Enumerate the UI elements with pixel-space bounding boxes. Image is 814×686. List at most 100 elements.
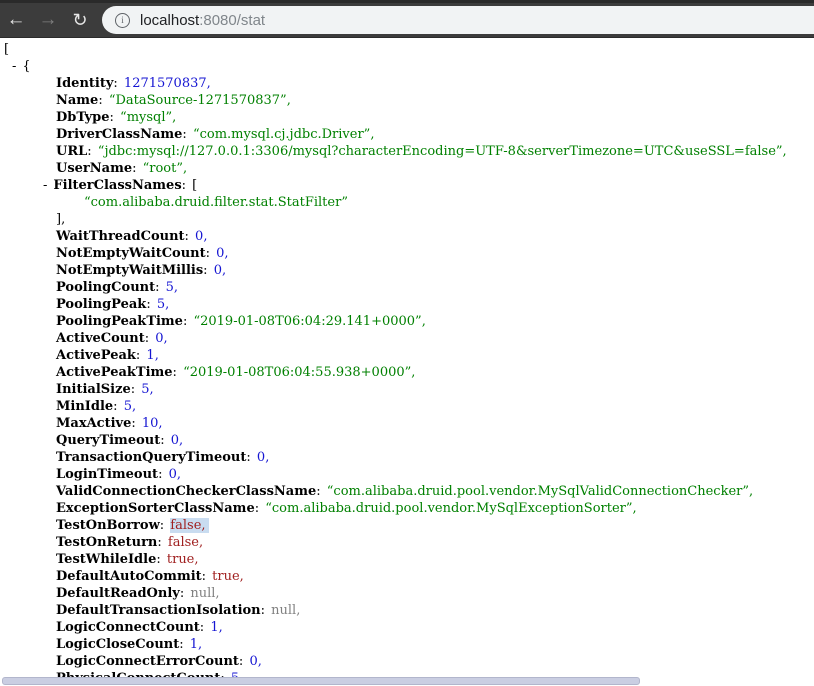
json-line: QueryTimeout: 0, — [0, 432, 814, 449]
json-value: 0, — [171, 433, 183, 448]
json-line: MaxActive: 10, — [0, 415, 814, 432]
json-value: “root”, — [143, 161, 188, 176]
json-value: 1, — [190, 637, 202, 652]
json-value: null, — [190, 586, 219, 601]
address-bar[interactable]: i localhost:8080/stat — [102, 6, 814, 34]
json-colon: : — [246, 450, 255, 465]
json-colon: : — [156, 552, 165, 567]
json-line: DefaultAutoCommit: true, — [0, 568, 814, 585]
json-value: false, — [168, 535, 203, 550]
json-line: PoolingPeak: 5, — [0, 296, 814, 313]
scrollbar-thumb[interactable] — [2, 677, 640, 685]
json-key: TransactionQueryTimeout — [56, 450, 246, 465]
json-colon: : — [113, 399, 122, 414]
json-value: 0, — [249, 654, 261, 669]
json-colon: : — [185, 229, 194, 244]
json-line: ExceptionSorterClassName: “com.alibaba.d… — [0, 500, 814, 517]
json-line: MinIdle: 5, — [0, 398, 814, 415]
json-colon: : — [158, 467, 167, 482]
json-value: null, — [271, 603, 300, 618]
url-host: localhost — [140, 12, 199, 29]
json-value: “com.alibaba.druid.pool.vendor.MySqlVali… — [327, 484, 753, 499]
json-colon: : — [146, 297, 155, 312]
json-line: TransactionQueryTimeout: 0, — [0, 449, 814, 466]
json-key: FilterClassNames — [53, 178, 181, 193]
json-line: NotEmptyWaitMillis: 0, — [0, 262, 814, 279]
json-line: -FilterClassNames: [ — [0, 177, 814, 194]
json-lines: [-{Identity: 1271570837,Name: “DataSourc… — [0, 41, 814, 686]
json-colon: : — [202, 569, 211, 584]
json-value: 5, — [124, 399, 136, 414]
json-colon: : — [316, 484, 325, 499]
json-line: InitialSize: 5, — [0, 381, 814, 398]
info-icon[interactable]: i — [115, 13, 130, 28]
json-key: InitialSize — [56, 382, 131, 397]
json-value: 1271570837, — [124, 76, 211, 91]
json-value: “jdbc:mysql://127.0.0.1:3306/mysql?chara… — [98, 144, 787, 159]
json-value: 5, — [141, 382, 153, 397]
json-line: -{ — [0, 58, 814, 75]
json-key: DbType — [56, 110, 110, 125]
json-key: NotEmptyWaitCount — [56, 246, 206, 261]
forward-icon[interactable]: → — [32, 3, 64, 37]
json-key: DefaultAutoCommit — [56, 569, 202, 584]
json-line: DefaultTransactionIsolation: null, — [0, 602, 814, 619]
json-punct: ], — [56, 212, 65, 227]
json-value: “com.alibaba.druid.pool.vendor.MySqlExce… — [265, 501, 636, 516]
json-key: DefaultTransactionIsolation — [56, 603, 261, 618]
json-line: ], — [0, 211, 814, 228]
collapse-toggle[interactable]: - — [43, 178, 47, 193]
json-punct: [ — [192, 178, 197, 193]
json-value: 0, — [195, 229, 207, 244]
json-key: PoolingCount — [56, 280, 155, 295]
json-key: LogicConnectCount — [56, 620, 200, 635]
json-punct: { — [22, 59, 30, 74]
json-line: “com.alibaba.druid.filter.stat.StatFilte… — [0, 194, 814, 211]
json-key: UserName — [56, 161, 132, 176]
json-value: true, — [167, 552, 199, 567]
json-key: Identity — [56, 76, 113, 91]
json-line: URL: “jdbc:mysql://127.0.0.1:3306/mysql?… — [0, 143, 814, 160]
back-icon[interactable]: ← — [0, 3, 32, 37]
json-key: NotEmptyWaitMillis — [56, 263, 203, 278]
json-key: MinIdle — [56, 399, 113, 414]
json-line: LogicConnectCount: 1, — [0, 619, 814, 636]
url-path: :8080/stat — [199, 12, 265, 29]
json-colon: : — [182, 127, 191, 142]
json-colon: : — [132, 161, 141, 176]
json-value: 0, — [257, 450, 269, 465]
json-colon: : — [131, 382, 140, 397]
json-line: DbType: “mysql”, — [0, 109, 814, 126]
json-line: PoolingPeakTime: “2019-01-08T06:04:29.14… — [0, 313, 814, 330]
json-colon: : — [239, 654, 248, 669]
json-value: “com.alibaba.druid.filter.stat.StatFilte… — [84, 195, 348, 210]
json-key: TestOnReturn — [56, 535, 157, 550]
json-colon: : — [179, 637, 188, 652]
json-key: DefaultReadOnly — [56, 586, 180, 601]
json-value: 10, — [142, 416, 163, 431]
json-value: 1, — [210, 620, 222, 635]
json-value: 1, — [146, 348, 158, 363]
json-colon: : — [200, 620, 209, 635]
json-key: ActiveCount — [56, 331, 145, 346]
json-line: TestWhileIdle: true, — [0, 551, 814, 568]
json-colon: : — [182, 178, 191, 193]
json-key: ActivePeak — [56, 348, 136, 363]
reload-icon[interactable]: ↻ — [64, 3, 96, 37]
json-colon: : — [157, 535, 166, 550]
json-viewer: [-{Identity: 1271570837,Name: “DataSourc… — [0, 38, 814, 686]
json-key: URL — [56, 144, 87, 159]
json-value: 5, — [166, 280, 178, 295]
json-colon: : — [155, 280, 164, 295]
json-line: TestOnBorrow: false, — [0, 517, 814, 534]
json-line: PoolingCount: 5, — [0, 279, 814, 296]
json-colon: : — [87, 144, 96, 159]
json-value: “2019-01-08T06:04:29.141+0000”, — [193, 314, 425, 329]
url-text: localhost:8080/stat — [140, 12, 265, 29]
json-value: 0, — [155, 331, 167, 346]
json-value: false, — [170, 518, 208, 533]
json-line: ActivePeakTime: “2019-01-08T06:04:55.938… — [0, 364, 814, 381]
json-colon: : — [98, 93, 107, 108]
json-colon: : — [160, 518, 169, 533]
collapse-toggle[interactable]: - — [12, 59, 16, 74]
